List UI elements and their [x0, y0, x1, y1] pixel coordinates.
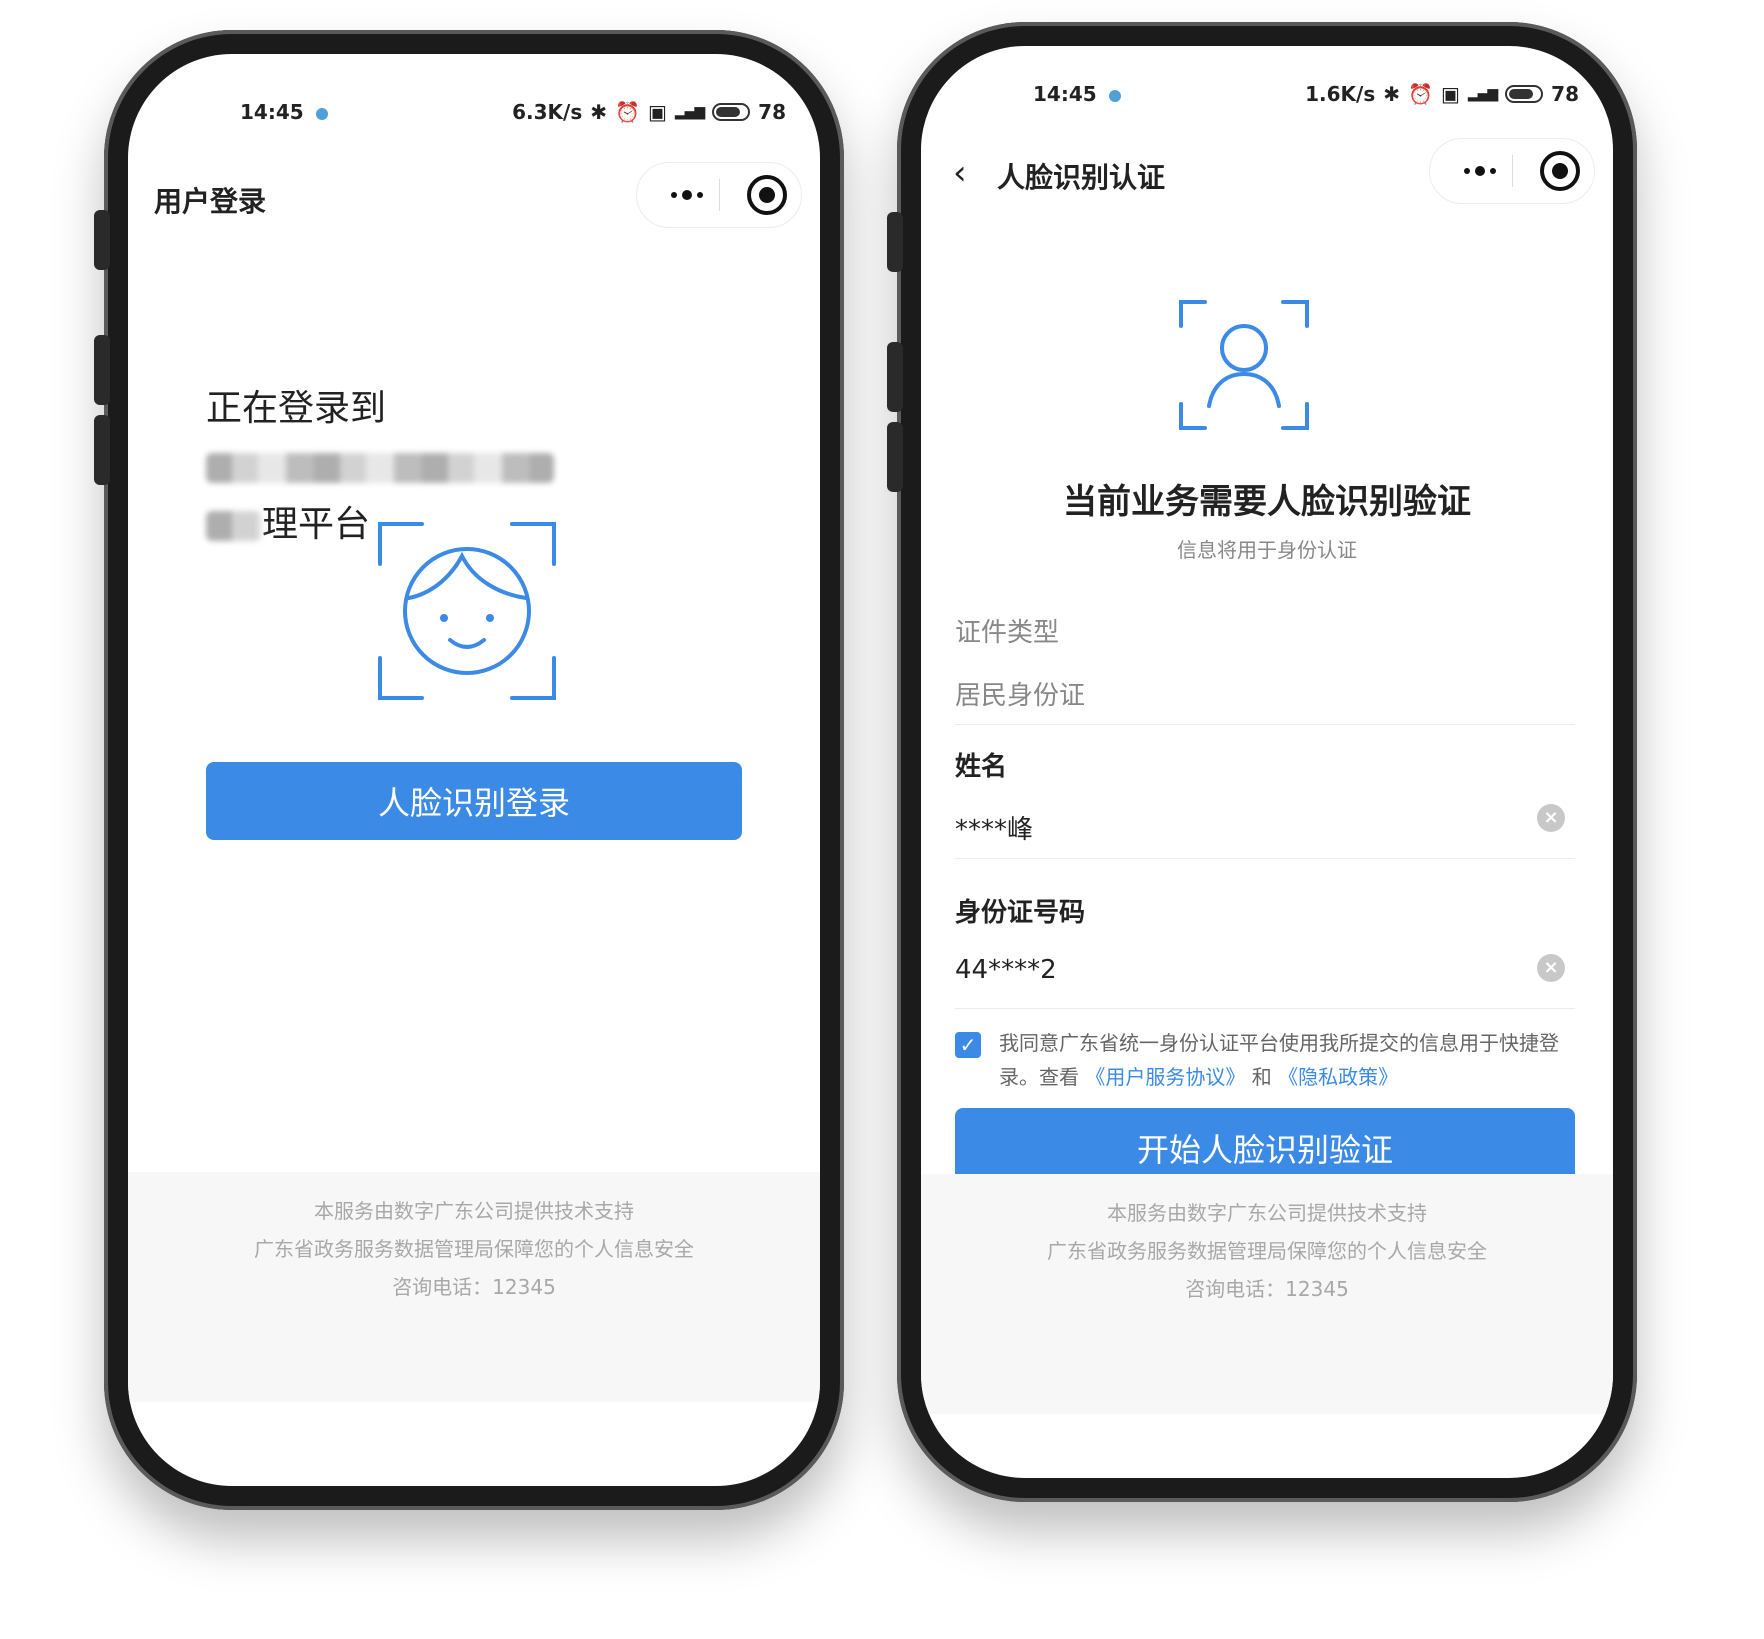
footer-line: 本服务由数字广东公司提供技术支持	[1107, 1201, 1427, 1225]
id-number-input[interactable]: 44****2	[955, 955, 1575, 985]
signal-icon: ▂▄▆	[1467, 86, 1498, 102]
verification-headline: 当前业务需要人脸识别验证	[1063, 482, 1471, 522]
close-mini-program-icon[interactable]	[747, 175, 787, 215]
screen-right: 14:45 1.6K/s ✱ ⏰ ▣ ▂▄▆ 78 ‹ 人脸识别认证 当前业务需…	[921, 46, 1613, 1478]
network-speed: 1.6K/s	[1305, 82, 1376, 106]
bluetooth-icon: ✱	[1383, 82, 1401, 106]
id-number-field: 身份证号码 44****2 ×	[955, 892, 1575, 1009]
nav-bar: 用户登录	[128, 162, 820, 232]
checkbox-checked-icon[interactable]: ✓	[955, 1032, 981, 1058]
user-service-agreement-link[interactable]: 《用户服务协议》	[1085, 1065, 1245, 1089]
more-icon[interactable]	[1448, 139, 1512, 203]
phone-side-button	[887, 342, 903, 412]
more-icon[interactable]	[655, 163, 719, 227]
phone-left: 14:45 6.3K/s ✱ ⏰ ▣ ▂▄▆ 78 用户登录 正在登录到 理平台	[94, 30, 844, 1510]
status-bar: 14:45 1.6K/s ✱ ⏰ ▣ ▂▄▆ 78	[921, 76, 1613, 116]
footer-line: 本服务由数字广东公司提供技术支持	[314, 1199, 634, 1223]
alarm-icon: ⏰	[615, 100, 640, 124]
phone-side-button	[887, 212, 903, 272]
page-title: 用户登录	[154, 185, 267, 218]
login-suffix: 理平台	[262, 504, 371, 545]
footer-line: 广东省政务服务数据管理局保障您的个人信息安全	[254, 1237, 694, 1261]
face-scan-icon	[378, 522, 556, 700]
nav-bar: ‹ 人脸识别认证	[921, 138, 1613, 208]
capsule-divider	[719, 179, 720, 211]
blurred-platform-name	[206, 511, 262, 541]
battery-icon	[712, 103, 751, 121]
status-dot-icon	[1109, 90, 1121, 102]
footer: 本服务由数字广东公司提供技术支持 广东省政务服务数据管理局保障您的个人信息安全 …	[921, 1174, 1613, 1414]
close-mini-program-icon[interactable]	[1540, 151, 1580, 191]
mini-program-capsule	[1429, 138, 1595, 204]
battery-icon	[1505, 85, 1544, 103]
alarm-icon: ⏰	[1408, 82, 1433, 106]
back-icon[interactable]: ‹	[953, 156, 967, 190]
footer: 本服务由数字广东公司提供技术支持 广东省政务服务数据管理局保障您的个人信息安全 …	[128, 1172, 820, 1402]
phone-side-button	[94, 210, 110, 270]
agreement: ✓ 我同意广东省统一身份认证平台使用我所提交的信息用于快捷登录。查看 《用户服务…	[955, 1026, 1575, 1094]
id-type-value[interactable]: 居民身份证	[955, 675, 1575, 712]
hd-icon: ▣	[1440, 82, 1460, 106]
battery-level: 78	[1551, 82, 1579, 106]
id-type-label: 证件类型	[955, 618, 1060, 648]
hd-icon: ▣	[647, 100, 667, 124]
name-field: 姓名 ****峰 ×	[955, 746, 1575, 859]
status-dot-icon	[316, 108, 328, 120]
status-time: 14:45	[1033, 82, 1097, 106]
login-prefix: 正在登录到	[206, 388, 387, 429]
bluetooth-icon: ✱	[590, 100, 608, 124]
clear-icon[interactable]: ×	[1537, 804, 1565, 832]
privacy-policy-link[interactable]: 《隐私政策》	[1278, 1065, 1398, 1089]
agreement-text: 我同意广东省统一身份认证平台使用我所提交的信息用于快捷登录。查看 《用户服务协议…	[999, 1026, 1575, 1094]
phone-right: 14:45 1.6K/s ✱ ⏰ ▣ ▂▄▆ 78 ‹ 人脸识别认证 当前业务需…	[887, 22, 1637, 1502]
signal-icon: ▂▄▆	[674, 104, 705, 120]
face-login-button[interactable]: 人脸识别登录	[206, 762, 742, 840]
capsule-divider	[1512, 155, 1513, 187]
id-number-label: 身份证号码	[955, 898, 1086, 928]
verification-subtitle: 信息将用于身份认证	[1177, 538, 1357, 562]
agreement-and: 和	[1251, 1065, 1272, 1089]
id-type-field: 证件类型 居民身份证	[955, 612, 1575, 725]
status-icons: 1.6K/s ✱ ⏰ ▣ ▂▄▆ 78	[1305, 82, 1579, 106]
network-speed: 6.3K/s	[512, 100, 583, 124]
screen-left: 14:45 6.3K/s ✱ ⏰ ▣ ▂▄▆ 78 用户登录 正在登录到 理平台	[128, 54, 820, 1486]
person-scan-icon	[1179, 300, 1309, 430]
name-input[interactable]: ****峰	[955, 809, 1575, 846]
name-label: 姓名	[955, 752, 1008, 782]
status-bar: 14:45 6.3K/s ✱ ⏰ ▣ ▂▄▆ 78	[128, 94, 820, 134]
page-title: 人脸识别认证	[997, 161, 1166, 194]
phone-side-button	[94, 415, 110, 485]
status-time: 14:45	[240, 100, 304, 124]
phone-side-button	[887, 422, 903, 492]
mini-program-capsule	[636, 162, 802, 228]
battery-level: 78	[758, 100, 786, 124]
status-icons: 6.3K/s ✱ ⏰ ▣ ▂▄▆ 78	[512, 100, 786, 124]
blurred-platform-name	[206, 453, 554, 483]
footer-hotline: 咨询电话：12345	[1185, 1277, 1349, 1301]
clear-icon[interactable]: ×	[1537, 954, 1565, 982]
footer-hotline: 咨询电话：12345	[392, 1275, 556, 1299]
phone-side-button	[94, 335, 110, 405]
footer-line: 广东省政务服务数据管理局保障您的个人信息安全	[1047, 1239, 1487, 1263]
